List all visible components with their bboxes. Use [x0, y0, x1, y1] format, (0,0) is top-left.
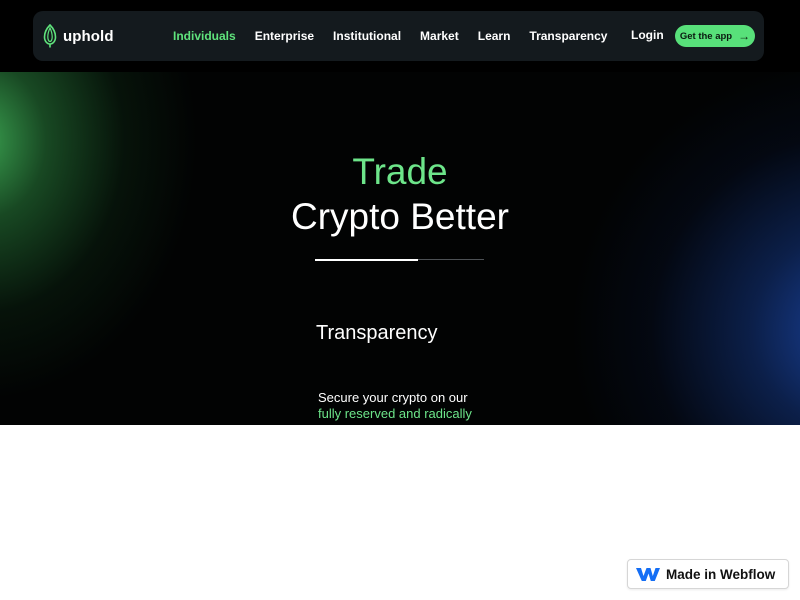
slide-description: Secure your crypto on our fully reserved…	[318, 390, 518, 422]
slide-description-line-2: fully reserved and radically	[318, 406, 472, 421]
uphold-logo-icon	[43, 24, 57, 48]
hero-headline-accent: Trade	[352, 151, 448, 192]
webflow-icon	[636, 568, 660, 581]
top-bar: uphold Individuals Enterprise Institutio…	[0, 0, 800, 72]
slide-progress-fill	[315, 258, 419, 261]
nav-link-enterprise[interactable]: Enterprise	[255, 29, 314, 43]
nav-link-institutional[interactable]: Institutional	[333, 29, 401, 43]
made-in-webflow-badge[interactable]: Made in Webflow	[627, 559, 789, 589]
nav-links: Individuals Enterprise Institutional Mar…	[173, 11, 626, 61]
page: uphold Individuals Enterprise Institutio…	[0, 0, 800, 600]
nav-link-transparency[interactable]: Transparency	[529, 29, 607, 43]
hero-headline-main: Crypto Better	[291, 196, 509, 237]
brand-logo[interactable]: uphold	[42, 24, 114, 48]
slide-title: Transparency	[316, 322, 438, 344]
get-the-app-button[interactable]: Get the app →	[675, 25, 755, 47]
badge-label: Made in Webflow	[666, 566, 776, 582]
arrow-right-icon: →	[738, 29, 751, 43]
main-navigation: uphold Individuals Enterprise Institutio…	[33, 11, 764, 61]
get-the-app-label: Get the app	[679, 30, 733, 42]
hero-section: uphold Individuals Enterprise Institutio…	[0, 0, 800, 425]
nav-link-learn[interactable]: Learn	[478, 29, 511, 43]
slide-description-line-1: Secure your crypto on our	[318, 390, 468, 405]
nav-link-market[interactable]: Market	[420, 29, 459, 43]
slide-progress-track	[315, 258, 484, 261]
login-link[interactable]: Login	[631, 28, 664, 42]
brand-name: uphold	[63, 27, 114, 45]
nav-link-individuals[interactable]: Individuals	[173, 29, 236, 43]
